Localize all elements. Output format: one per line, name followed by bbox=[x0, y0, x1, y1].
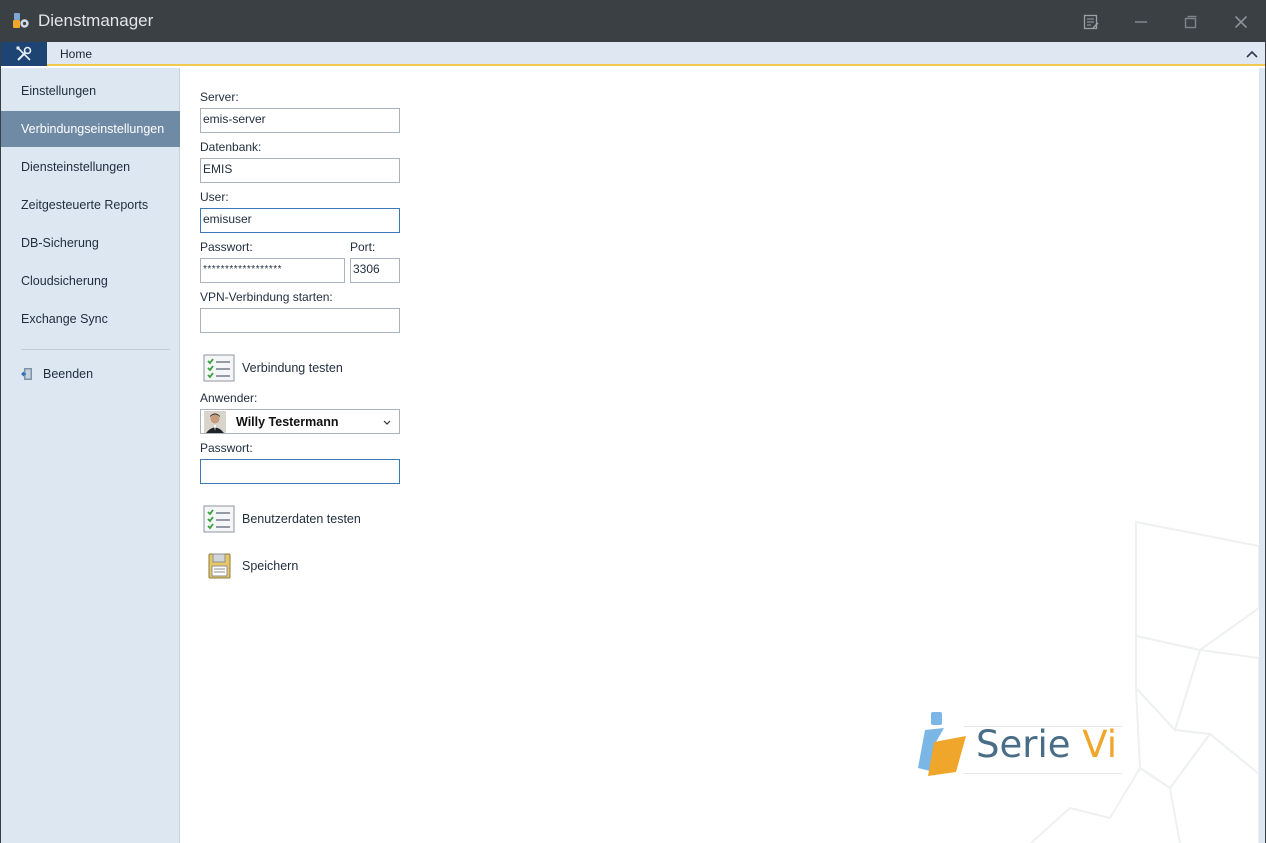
database-label: Datenbank: bbox=[200, 140, 262, 154]
logo-mark-icon bbox=[918, 712, 966, 776]
checklist-icon bbox=[203, 505, 235, 533]
user-label: User: bbox=[200, 190, 229, 204]
sidebar-item-label: Beenden bbox=[43, 367, 94, 381]
connection-settings-panel: Server: emis-server Datenbank: EMIS User… bbox=[180, 68, 1259, 843]
sidebar-item-label: Verbindungseinstellungen bbox=[21, 122, 165, 136]
logo-text: Serie Vi bbox=[976, 723, 1117, 766]
test-connection-label: Verbindung testen bbox=[242, 361, 343, 375]
anwender-value: Willy Testermann bbox=[236, 414, 339, 429]
sidebar-item-label: DB-Sicherung bbox=[21, 236, 99, 250]
sidebar-divider bbox=[21, 349, 170, 350]
vpn-input[interactable] bbox=[200, 308, 400, 333]
database-input[interactable]: EMIS bbox=[200, 158, 400, 183]
sidebar-item-label: Einstellungen bbox=[21, 84, 97, 98]
avatar bbox=[204, 410, 226, 433]
sidebar-item-db-sicherung[interactable]: DB-Sicherung bbox=[1, 225, 180, 261]
notes-icon[interactable] bbox=[1078, 9, 1104, 35]
window-title: Dienstmanager bbox=[38, 11, 154, 30]
user-input[interactable]: emisuser bbox=[200, 208, 400, 233]
ribbon-bar: Home bbox=[1, 42, 1265, 66]
logo-text-part2: Vi bbox=[1082, 723, 1118, 766]
user-password-label: Passwort: bbox=[200, 441, 253, 455]
app-window: Dienstmanager Home Einstellungen Verbind… bbox=[0, 0, 1266, 843]
tools-tab[interactable] bbox=[1, 42, 47, 66]
test-user-data-button[interactable]: Benutzerdaten testen bbox=[203, 505, 361, 533]
port-label: Port: bbox=[350, 240, 376, 254]
sidebar-item-exchange-sync[interactable]: Exchange Sync bbox=[1, 301, 180, 337]
tools-icon bbox=[16, 46, 32, 61]
app-gear-icon bbox=[13, 13, 29, 28]
chevron-down-icon bbox=[383, 420, 391, 425]
password-label: Passwort: bbox=[200, 240, 253, 254]
port-input[interactable]: 3306 bbox=[350, 258, 400, 283]
sidebar-item-verbindungseinstellungen[interactable]: Verbindungseinstellungen bbox=[1, 111, 180, 147]
sidebar-item-label: Zeitgesteuerte Reports bbox=[21, 198, 149, 212]
exit-door-icon bbox=[21, 368, 32, 380]
restore-button[interactable] bbox=[1178, 9, 1204, 35]
sidebar-item-diensteinstellungen[interactable]: Diensteinstellungen bbox=[1, 149, 180, 185]
anwender-select[interactable]: Willy Testermann bbox=[200, 409, 400, 434]
title-bar: Dienstmanager bbox=[1, 1, 1265, 42]
sidebar-item-einstellungen[interactable]: Einstellungen bbox=[1, 73, 180, 109]
tab-home[interactable]: Home bbox=[47, 42, 105, 66]
test-connection-button[interactable]: Verbindung testen bbox=[203, 354, 343, 382]
close-button[interactable] bbox=[1228, 9, 1254, 35]
vpn-label: VPN-Verbindung starten: bbox=[200, 290, 333, 304]
save-button[interactable]: Speichern bbox=[203, 552, 298, 580]
anwender-label: Anwender: bbox=[200, 391, 258, 405]
server-input[interactable]: emis-server bbox=[200, 108, 400, 133]
sidebar-item-cloudsicherung[interactable]: Cloudsicherung bbox=[1, 263, 180, 299]
floppy-disk-icon bbox=[208, 553, 231, 579]
checklist-icon bbox=[203, 354, 235, 382]
chevron-up-icon[interactable] bbox=[1245, 47, 1259, 61]
minimize-button[interactable] bbox=[1128, 9, 1154, 35]
logo-text-part1: Serie bbox=[976, 723, 1083, 766]
password-input[interactable]: ****************** bbox=[200, 258, 345, 283]
test-user-data-label: Benutzerdaten testen bbox=[242, 512, 361, 526]
save-label: Speichern bbox=[242, 559, 299, 573]
sidebar-item-label: Exchange Sync bbox=[21, 312, 108, 326]
server-label: Server: bbox=[200, 90, 239, 104]
sidebar-item-label: Cloudsicherung bbox=[21, 274, 108, 288]
sidebar-item-beenden[interactable]: Beenden bbox=[21, 364, 93, 384]
sidebar-item-label: Diensteinstellungen bbox=[21, 160, 131, 174]
right-border-strip bbox=[1259, 68, 1265, 843]
decorative-background-shapes bbox=[1030, 520, 1259, 843]
sidebar: Einstellungen Verbindungseinstellungen D… bbox=[1, 68, 180, 843]
sidebar-item-zeitgesteuerte-reports[interactable]: Zeitgesteuerte Reports bbox=[1, 187, 180, 223]
user-password-input[interactable] bbox=[200, 459, 400, 484]
